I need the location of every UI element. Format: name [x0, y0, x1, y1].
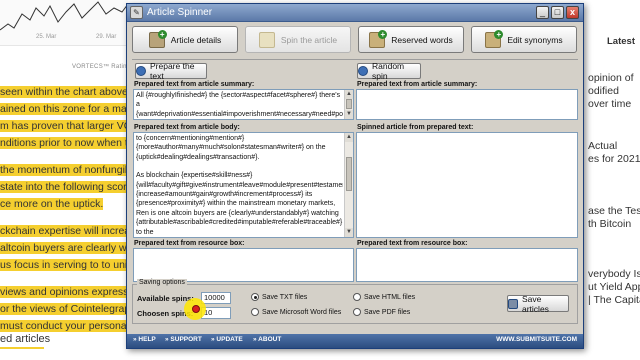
article-line-text: or the views of Cointelegraph	[0, 303, 128, 315]
toolbar: + Article details Spin the article + Res…	[132, 26, 578, 56]
separator	[132, 59, 578, 60]
chart-axis-label: 25. Mar	[36, 34, 57, 40]
latest-item[interactable]: verybody Isut Yield App || The Capita	[588, 268, 640, 307]
available-spins-field[interactable]: 10000	[201, 292, 231, 304]
update-link[interactable]: » UPDATE	[211, 336, 243, 343]
article-details-icon: +	[148, 29, 167, 48]
app-icon: ✎	[130, 6, 143, 19]
radio-save-word[interactable]: Save Microsoft Word files	[251, 308, 341, 316]
edit-synonyms-button[interactable]: + Edit synonyms	[471, 26, 577, 53]
radio-dot	[251, 308, 259, 316]
latest-item[interactable]: ase the Teslath Bitcoin	[588, 205, 640, 231]
summary-label: Prepared text from article summary:	[134, 81, 255, 88]
article-details-button[interactable]: + Article details	[132, 26, 238, 53]
body-scrollbar[interactable]: ▲ ▼	[344, 133, 353, 237]
summary-right-label: Prepared text from article summary:	[357, 81, 478, 88]
article-line: us focus in serving to to unify	[0, 257, 128, 274]
article-line: views and opinions expressed	[0, 284, 128, 301]
article-line-text: us focus in serving to to unify	[0, 259, 128, 271]
article-line-text: seen within the chart above, th	[0, 86, 128, 98]
spin-article-button[interactable]: Spin the article	[245, 26, 351, 53]
website-link[interactable]: WWW.SUBMITSUITE.COM	[496, 336, 577, 343]
save-icon	[508, 298, 518, 309]
article-text: seen within the chart above, th ained on …	[0, 84, 128, 335]
minimize-button[interactable]: _	[536, 6, 549, 19]
radio-dot	[251, 293, 259, 301]
chart-axis-label: 29. Mar	[96, 34, 117, 40]
resource-left-textarea[interactable]	[133, 248, 354, 282]
spin-icon	[258, 31, 275, 48]
article-line: seen within the chart above, th	[0, 84, 128, 101]
latest-heading: Latest	[607, 36, 635, 47]
article-line-text: views and opinions expressed	[0, 286, 128, 298]
article-line-text: altcoin buyers are clearly wat	[0, 242, 128, 254]
radio-save-pdf[interactable]: Save PDF files	[353, 308, 410, 316]
bottom-bar: » HELP » SUPPORT » UPDATE » ABOUT WWW.SU…	[127, 334, 583, 348]
article-line: altcoin buyers are clearly wat	[0, 240, 128, 257]
reserved-words-icon: +	[369, 29, 388, 48]
window-title: Article Spinner	[147, 7, 213, 18]
summary-text: All {#roughlyIfinished#} the {sector#asp…	[136, 92, 343, 118]
article-line-text: m has proven that larger VO	[0, 120, 128, 132]
summary-textarea[interactable]: All {#roughlyIfinished#} the {sector#asp…	[133, 89, 354, 120]
radio-dot	[353, 293, 361, 301]
about-link[interactable]: » ABOUT	[253, 336, 281, 343]
mouse-cursor	[192, 305, 200, 313]
spinned-label: Spinned article from prepared text:	[357, 124, 474, 131]
article-line-text: ained on this zone for a major	[0, 103, 128, 115]
radio-save-html[interactable]: Save HTML files	[353, 293, 415, 301]
edit-synonyms-icon: +	[485, 29, 504, 48]
article-line: the momentum of nonfungib	[0, 162, 128, 179]
body-textarea[interactable]: to {concern#mentioning#mention#} {more#a…	[133, 132, 354, 238]
summary-right-textarea[interactable]	[356, 89, 578, 120]
body-text: to {concern#mentioning#mention#} {more#a…	[136, 135, 343, 236]
article-line-text: ckchain expertise will increas	[0, 225, 128, 237]
prepare-icon	[136, 66, 146, 76]
summary-scrollbar[interactable]: ▲ ▼	[344, 90, 353, 119]
reserved-words-button[interactable]: + Reserved words	[358, 26, 464, 53]
article-line-text: state into the following scorch	[0, 181, 128, 193]
latest-item[interactable]: Actual es for 2021	[588, 140, 640, 166]
spinned-textarea[interactable]	[356, 132, 578, 238]
article-line-text: ce more on the uptick.	[0, 198, 104, 210]
article-line: state into the following scorch	[0, 179, 128, 196]
title-bar[interactable]: ✎ Article Spinner _ □ x	[127, 4, 583, 22]
close-button[interactable]: x	[566, 6, 579, 19]
chart-caption: VORTECS™ Rating	[72, 64, 131, 70]
resource-left-label: Prepared text from resource box:	[134, 240, 245, 247]
maximize-button[interactable]: □	[551, 6, 564, 19]
support-link[interactable]: » SUPPORT	[165, 336, 202, 343]
article-line: ckchain expertise will increas	[0, 223, 128, 240]
article-line: m has proven that larger VO	[0, 118, 128, 135]
help-link[interactable]: » HELP	[133, 336, 156, 343]
save-articles-button[interactable]: Save articles	[507, 294, 569, 314]
resource-right-textarea[interactable]	[356, 248, 578, 282]
saving-options-legend: Saving options	[137, 279, 187, 286]
random-spin-icon	[358, 66, 368, 76]
article-line: nditions prior to now when the a	[0, 135, 128, 152]
radio-dot	[353, 308, 361, 316]
background-chart: 25. Mar 29. Mar	[0, 0, 128, 46]
body-label: Prepared text from article body:	[134, 124, 240, 131]
random-spin-button[interactable]: Random spin	[357, 61, 421, 81]
article-line: or the views of Cointelegraph	[0, 301, 128, 318]
article-line-text: nditions prior to now when the a	[0, 137, 128, 149]
related-articles-heading[interactable]: ed articles	[0, 333, 50, 349]
radio-save-txt[interactable]: Save TXT files	[251, 293, 307, 301]
desktop: 25. Mar 29. Mar VORTECS™ Rating seen wit…	[0, 0, 640, 360]
article-line: ce more on the uptick.	[0, 196, 128, 213]
latest-item[interactable]: opinion of odified over time	[588, 72, 640, 111]
prepare-text-button[interactable]: Prepare the text	[135, 61, 207, 81]
article-line-text: the momentum of nonfungib	[0, 164, 128, 176]
article-line-text: must conduct your personal a	[0, 320, 128, 332]
article-line: ained on this zone for a major	[0, 101, 128, 118]
resource-right-label: Prepared text from resource box:	[357, 240, 468, 247]
